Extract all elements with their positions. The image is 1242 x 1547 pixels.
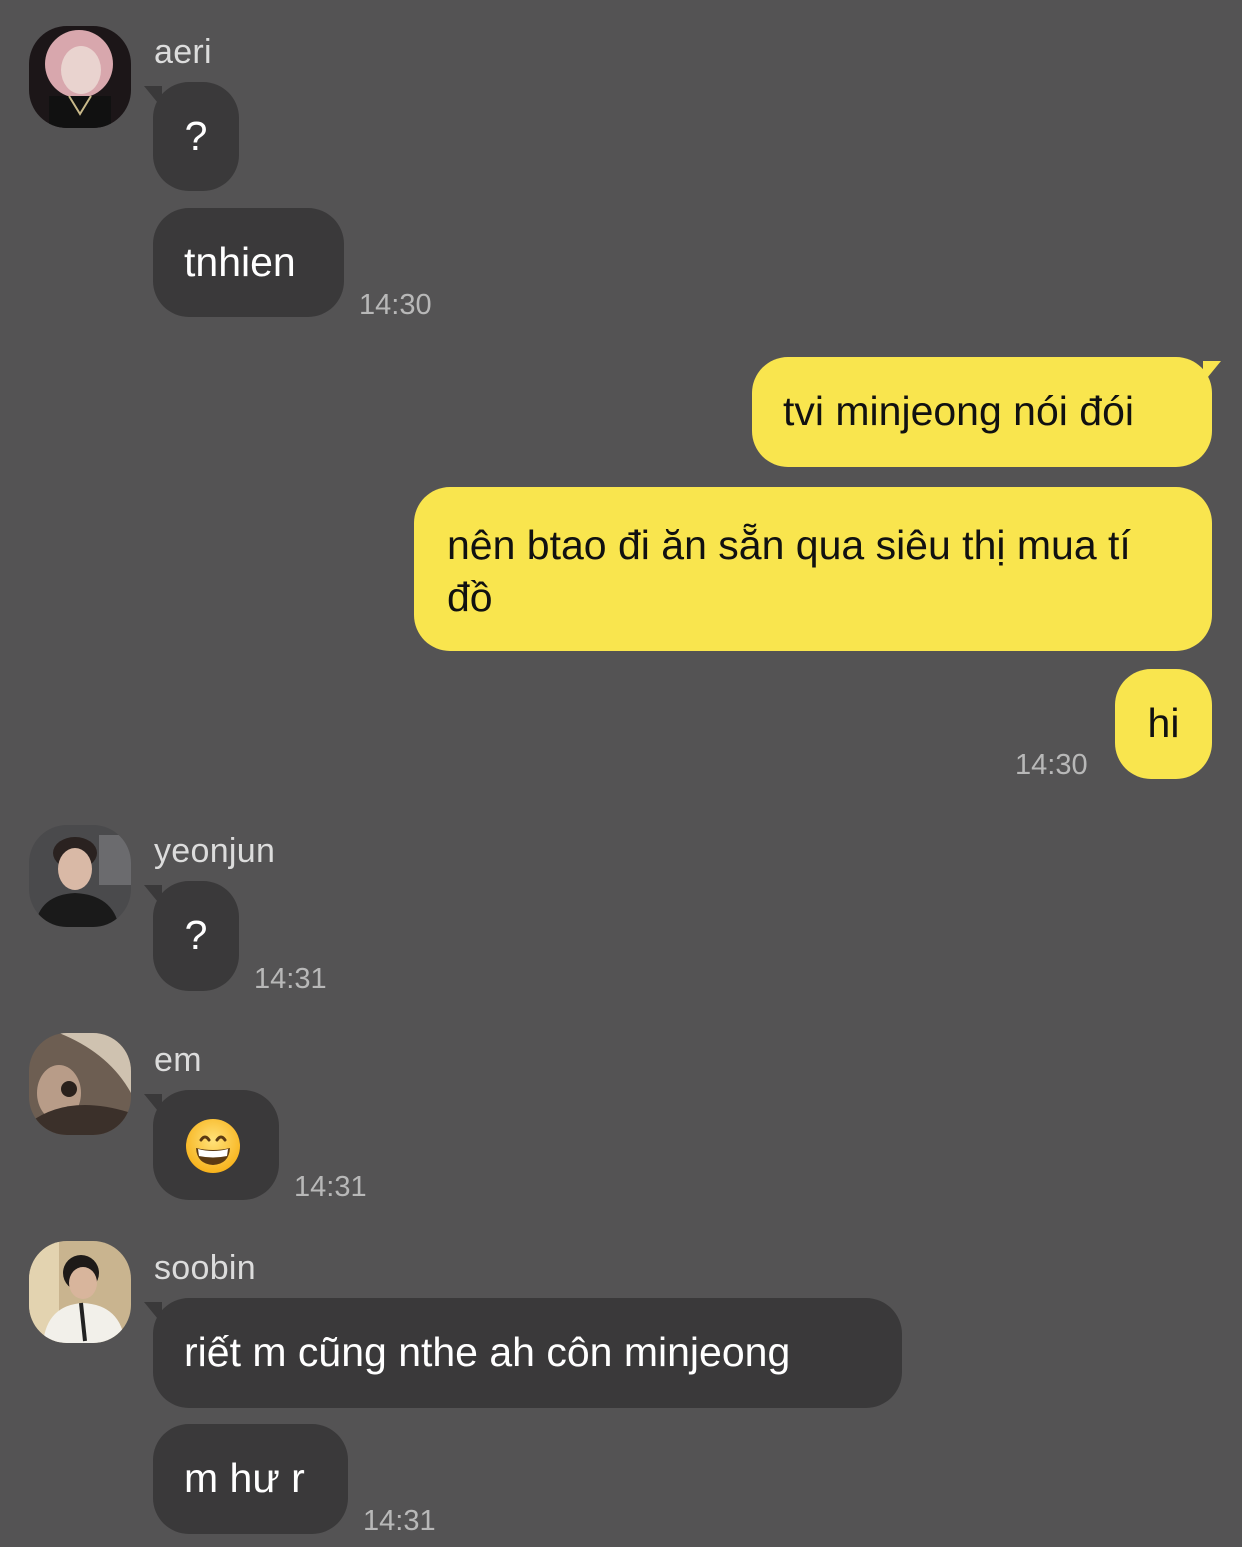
message-timestamp: 14:31 xyxy=(294,1171,367,1203)
aeri-avatar-photo-icon xyxy=(29,26,131,128)
message-timestamp: 14:31 xyxy=(363,1505,436,1537)
message-bubble-outgoing[interactable]: tvi minjeong nói đói xyxy=(752,357,1212,467)
grinning-face-emoji-icon xyxy=(186,1119,240,1173)
message-timestamp: 14:31 xyxy=(254,963,327,995)
message-bubble[interactable] xyxy=(153,1090,279,1200)
sender-name-yeonjun: yeonjun xyxy=(154,832,276,870)
soobin-avatar[interactable] xyxy=(29,1241,131,1343)
message-bubble[interactable]: riết m cũng nthe ah côn minjeong xyxy=(153,1298,902,1408)
yeonjun-avatar-photo-icon xyxy=(29,825,131,927)
sender-name-em: em xyxy=(154,1041,202,1079)
message-timestamp: 14:30 xyxy=(359,289,432,321)
message-bubble[interactable]: ? xyxy=(153,82,239,191)
message-timestamp: 14:30 xyxy=(1015,749,1088,781)
message-bubble-outgoing[interactable]: nên btao đi ăn sẵn qua siêu thị mua tí đ… xyxy=(414,487,1212,651)
em-avatar-photo-icon xyxy=(29,1033,131,1135)
sender-name-soobin: soobin xyxy=(154,1249,256,1287)
message-bubble[interactable]: m hư r xyxy=(153,1424,348,1534)
aeri-avatar[interactable] xyxy=(29,26,131,128)
message-bubble[interactable]: tnhien xyxy=(153,208,344,317)
em-avatar[interactable] xyxy=(29,1033,131,1135)
soobin-avatar-photo-icon xyxy=(29,1241,131,1343)
yeonjun-avatar[interactable] xyxy=(29,825,131,927)
message-bubble[interactable]: ? xyxy=(153,881,239,991)
sender-name-aeri: aeri xyxy=(154,33,212,71)
message-bubble-outgoing[interactable]: hi xyxy=(1115,669,1212,779)
